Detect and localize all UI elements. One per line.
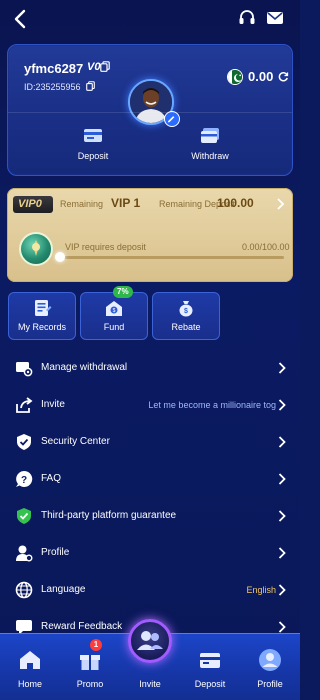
rebate-button[interactable]: $ Rebate bbox=[152, 292, 220, 340]
vip-progress-text: 0.00/100.00 bbox=[242, 242, 290, 252]
records-icon bbox=[35, 300, 52, 316]
chevron-right-icon bbox=[278, 362, 286, 374]
green-shield-icon bbox=[17, 508, 31, 524]
pencil-icon bbox=[167, 116, 175, 123]
refresh-icon[interactable] bbox=[278, 71, 289, 82]
my-records-label: My Records bbox=[17, 322, 66, 332]
copy-icon[interactable] bbox=[100, 61, 110, 72]
nav-label: Promo bbox=[76, 679, 104, 689]
promo-count-badge: 1 bbox=[90, 639, 102, 651]
user-id: ID:235255956 bbox=[24, 82, 81, 92]
chevron-right-icon bbox=[278, 547, 286, 559]
vip-badge: VIP0 bbox=[13, 196, 53, 213]
edit-avatar-button[interactable] bbox=[164, 111, 180, 127]
nav-profile[interactable]: Profile bbox=[240, 634, 300, 700]
vip-medal-icon bbox=[19, 232, 53, 266]
menu-label: Reward Feedback bbox=[41, 621, 123, 632]
deposit-button[interactable]: Deposit bbox=[58, 127, 128, 167]
withdraw-label: Withdraw bbox=[191, 151, 229, 161]
nav-label: Home bbox=[17, 679, 42, 689]
vip-progress-knob bbox=[55, 252, 65, 262]
shield-check-icon bbox=[17, 434, 31, 450]
invite-center-button[interactable] bbox=[128, 619, 172, 663]
vip-next-level: VIP 1 bbox=[111, 196, 141, 210]
profile-page: yfmc6287 V0 ID:235255956 0.00 Deposit Wi… bbox=[0, 0, 300, 700]
question-icon: ? bbox=[16, 470, 33, 487]
headset-icon[interactable] bbox=[238, 9, 256, 27]
rebate-icon: $ bbox=[179, 301, 193, 317]
fund-percent-badge: 7% bbox=[113, 286, 133, 298]
svg-text:$: $ bbox=[113, 308, 116, 314]
vip-remaining-deposit: 100.00 bbox=[217, 196, 254, 210]
globe-icon bbox=[15, 581, 33, 599]
chevron-right-icon bbox=[278, 510, 286, 522]
vip-remaining-label: Remaining bbox=[60, 199, 104, 209]
user-gear-icon bbox=[16, 545, 33, 562]
fund-button[interactable]: $ Fund bbox=[80, 292, 148, 340]
envelope-icon[interactable] bbox=[266, 10, 284, 26]
balance-amount: 0.00 bbox=[248, 69, 274, 84]
back-icon[interactable] bbox=[10, 8, 32, 30]
rebate-label: Rebate bbox=[171, 322, 201, 332]
my-records-button[interactable]: My Records bbox=[8, 292, 76, 340]
chevron-right-icon bbox=[278, 436, 286, 448]
menu-label: Language bbox=[41, 584, 86, 595]
menu-item-invite[interactable]: Invite Let me become a millionaire tog bbox=[0, 387, 300, 424]
nav-deposit[interactable]: Deposit bbox=[180, 634, 240, 700]
deposit-icon bbox=[200, 653, 220, 668]
username: yfmc6287 bbox=[24, 61, 84, 76]
menu-item-security-center[interactable]: Security Center bbox=[0, 424, 300, 461]
fund-icon: $ bbox=[106, 301, 122, 316]
vip-progress-bar bbox=[59, 256, 284, 259]
chevron-right-icon bbox=[278, 584, 286, 596]
menu-label: Invite bbox=[41, 399, 65, 410]
profile-card: yfmc6287 V0 ID:235255956 0.00 Deposit Wi… bbox=[7, 44, 293, 176]
fund-label: Fund bbox=[103, 322, 125, 332]
home-icon bbox=[20, 651, 40, 669]
menu-item-profile[interactable]: Profile bbox=[0, 535, 300, 572]
card-divider bbox=[8, 112, 292, 113]
menu-label: Profile bbox=[41, 547, 70, 558]
nav-home[interactable]: Home bbox=[0, 634, 60, 700]
pakistan-flag-icon bbox=[227, 69, 243, 85]
gift-icon bbox=[80, 655, 100, 670]
language-value: English bbox=[246, 585, 276, 595]
menu-item-third-party-guarantee[interactable]: Third-party platform guarantee bbox=[0, 498, 300, 535]
menu-label: Security Center bbox=[41, 436, 110, 447]
menu-item-language[interactable]: Language English bbox=[0, 572, 300, 609]
vip-level-tag: V0 bbox=[87, 61, 101, 73]
svg-text:$: $ bbox=[184, 308, 188, 315]
nav-label: Profile bbox=[257, 679, 283, 689]
share-icon bbox=[16, 397, 33, 413]
vip-card[interactable]: VIP0 Remaining VIP 1 Remaining Deposit 1… bbox=[7, 188, 293, 282]
menu-item-manage-withdrawal[interactable]: Manage withdrawal bbox=[0, 350, 300, 387]
top-bar bbox=[0, 0, 300, 40]
menu-label: Manage withdrawal bbox=[41, 362, 128, 373]
deposit-card-icon bbox=[84, 129, 102, 142]
menu-label: Third-party platform guarantee bbox=[41, 510, 177, 521]
svg-text:?: ? bbox=[21, 475, 27, 486]
withdraw-card-icon bbox=[201, 128, 219, 143]
nav-label: Invite bbox=[139, 679, 161, 689]
chevron-right-icon bbox=[278, 399, 286, 411]
withdraw-button[interactable]: Withdraw bbox=[175, 127, 245, 167]
deposit-label: Deposit bbox=[77, 151, 109, 161]
wallet-gear-icon bbox=[16, 362, 33, 377]
invite-users-icon bbox=[137, 631, 163, 650]
chevron-right-icon[interactable] bbox=[276, 198, 285, 210]
invite-slogan: Let me become a millionaire tog bbox=[148, 400, 276, 410]
chevron-right-icon bbox=[278, 473, 286, 485]
copy-id-icon[interactable] bbox=[86, 81, 95, 91]
menu-label: FAQ bbox=[41, 473, 62, 484]
profile-icon bbox=[259, 649, 281, 671]
menu-item-faq[interactable]: ? FAQ bbox=[0, 461, 300, 498]
chevron-right-icon bbox=[278, 621, 286, 633]
nav-label: Deposit bbox=[194, 679, 226, 689]
vip-requires-text: VIP requires deposit bbox=[65, 242, 146, 252]
